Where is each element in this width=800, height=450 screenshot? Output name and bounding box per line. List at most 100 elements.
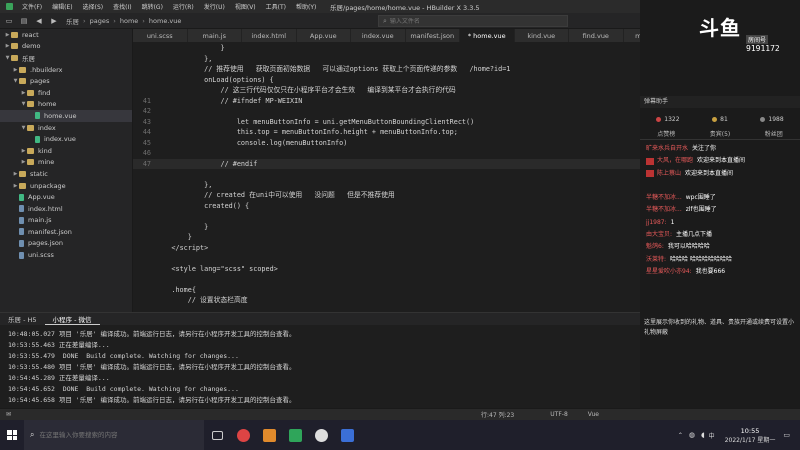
chat-nick[interactable]: 半糖不加冰... — [646, 204, 682, 216]
chat-nick[interactable]: 旷来水兵自开水 — [646, 143, 688, 155]
tree-item[interactable]: ▼ index — [0, 122, 132, 134]
chat-message: 大风，在哪跑 欢迎来到本直播间 — [640, 155, 800, 167]
file-icon — [19, 228, 24, 236]
code-line: .home{ — [133, 285, 640, 296]
tree-item[interactable]: ▼ home — [0, 99, 132, 111]
ime-icon[interactable]: 中 — [709, 431, 715, 440]
volume-icon[interactable]: ◖ — [701, 431, 705, 439]
breadcrumb-item[interactable]: home.vue — [149, 17, 181, 25]
file-search[interactable]: ⌕ — [378, 15, 568, 27]
code-token: style — [175, 264, 196, 273]
tree-item[interactable]: uni.scss — [0, 249, 132, 261]
editor-tab[interactable]: * home.vue — [460, 29, 515, 42]
tree-item[interactable]: main.js — [0, 215, 132, 227]
code-token: () — [466, 117, 475, 126]
tree-item-label: index.html — [28, 204, 63, 213]
new-file-icon[interactable]: ▭ — [3, 15, 15, 27]
tree-item[interactable]: home.vue — [0, 110, 132, 122]
hbuilder-taskbar-icon[interactable] — [282, 420, 308, 450]
menu-item[interactable]: 选择(S) — [78, 2, 109, 11]
chat-nick[interactable]: 魁鸽6: — [646, 241, 664, 253]
tree-item[interactable]: ▶ mine — [0, 157, 132, 169]
folder-icon — [19, 66, 26, 73]
breadcrumb-item[interactable]: home — [120, 17, 138, 25]
cursor-position[interactable]: 行:47 列:23 — [481, 410, 514, 419]
tree-item[interactable]: manifest.json — [0, 226, 132, 238]
tree-item[interactable]: ▶ static — [0, 168, 132, 180]
stat-fans-value: 81 — [720, 115, 728, 123]
subtab-vip[interactable]: 贵宾(5) — [710, 129, 731, 138]
save-icon[interactable]: ▤ — [18, 15, 30, 27]
breadcrumb-item[interactable]: 乐居 — [66, 16, 79, 26]
console-tab[interactable]: 小程序 - 微信 — [44, 314, 100, 325]
editor-tab[interactable]: manifest.json — [406, 29, 460, 42]
subtab-likes[interactable]: 点赞榜 — [657, 129, 675, 138]
editor-tab[interactable]: App.vue — [297, 29, 351, 42]
code-editor[interactable]: } }, // 推荐使用 获取页面初始数据 可以通过options 获取上个页面… — [133, 42, 640, 305]
breadcrumb-item[interactable]: pages — [90, 17, 110, 25]
orange-app-icon[interactable] — [256, 420, 282, 450]
taskbar-search[interactable]: ⌕ — [24, 420, 204, 450]
wechat-icon[interactable] — [308, 420, 334, 450]
editor-tab[interactable]: kind.vue — [515, 29, 569, 42]
editor-tab[interactable]: uni.scss — [133, 29, 188, 42]
code-line: 44 this.top = menuButtonInfo.height + me… — [133, 127, 640, 138]
tree-item[interactable]: ▶ find — [0, 87, 132, 99]
menu-item[interactable]: 文件(F) — [17, 2, 47, 11]
hbuilder-icon — [6, 3, 13, 10]
chat-nick[interactable]: 由大宝贝: — [646, 229, 672, 241]
taskbar-search-input[interactable] — [39, 431, 190, 439]
menu-item[interactable]: 帮助(Y) — [291, 2, 321, 11]
file-icon — [19, 251, 24, 259]
console-tab[interactable]: 乐居 - H5 — [0, 314, 45, 324]
tree-item[interactable]: ▶ demo — [0, 41, 132, 53]
menu-item[interactable]: 发行(U) — [199, 2, 230, 11]
chat-nick[interactable]: 沃莱特: — [646, 254, 666, 266]
menu-item[interactable]: 视图(V) — [230, 2, 261, 11]
editor-tab[interactable]: index.vue — [351, 29, 406, 42]
back-icon[interactable]: ◀ — [33, 15, 45, 27]
file-search-input[interactable] — [389, 17, 560, 25]
chat-nick[interactable]: jj1987: — [646, 217, 667, 229]
tree-item[interactable]: ▶ react — [0, 29, 132, 41]
tree-item[interactable]: index.html — [0, 203, 132, 215]
chat-nick[interactable]: 陈上蔡山 — [657, 168, 681, 180]
chevron-icon: ▶ — [5, 31, 10, 38]
notification-icon[interactable]: ▭ — [783, 431, 790, 439]
task-view-icon[interactable] — [204, 420, 230, 450]
forward-icon[interactable]: ▶ — [48, 15, 60, 27]
menu-item[interactable]: 运行(R) — [168, 2, 199, 11]
tree-item[interactable]: ▶ .hbuilderx — [0, 64, 132, 76]
menu-item[interactable]: 跳转(G) — [137, 2, 168, 11]
tree-item[interactable]: pages.json — [0, 238, 132, 250]
editor-tab[interactable]: find.vue — [569, 29, 624, 42]
tree-item[interactable]: index.vue — [0, 133, 132, 145]
network-icon[interactable]: ◍ — [689, 431, 695, 439]
blue-app-icon[interactable] — [334, 420, 360, 450]
editor-tab[interactable]: main.js — [188, 29, 242, 42]
chat-nick[interactable]: 大风，在哪跑 — [657, 155, 693, 167]
clock[interactable]: 10:55 2022/1/17 星期一 — [725, 427, 776, 444]
code-line: created() { — [133, 201, 640, 212]
chevron-icon: ▶ — [21, 89, 26, 96]
language-mode[interactable]: Vue — [588, 411, 599, 418]
start-button[interactable] — [0, 420, 24, 450]
menu-item[interactable]: 编辑(E) — [47, 2, 77, 11]
tree-item[interactable]: ▶ kind — [0, 145, 132, 157]
chat-nick[interactable]: 星星爱吹小亦94: — [646, 266, 692, 278]
tree-item[interactable]: ▼ pages — [0, 75, 132, 87]
chevron-icon: ▶ — [13, 66, 18, 73]
chat-message: 星星爱吹小亦94: 我也要666 — [640, 266, 800, 278]
chat-nick[interactable]: 半糖不加冰... — [646, 192, 682, 204]
menu-item[interactable]: 查找(I) — [108, 2, 136, 11]
tray-arrow-icon[interactable]: ⌃ — [678, 432, 683, 439]
tree-item[interactable]: ▼ 乐居 — [0, 52, 132, 64]
tree-item[interactable]: App.vue — [0, 191, 132, 203]
encoding[interactable]: UTF-8 — [550, 411, 568, 418]
chrome-icon[interactable] — [230, 420, 256, 450]
subtab-fans[interactable]: 粉丝团 — [765, 129, 783, 138]
editor-tab[interactable]: index.html — [242, 29, 297, 42]
code-line: onLoad(options) { — [133, 75, 640, 86]
menu-item[interactable]: 工具(T) — [261, 2, 291, 11]
tree-item[interactable]: ▶ unpackage — [0, 180, 132, 192]
